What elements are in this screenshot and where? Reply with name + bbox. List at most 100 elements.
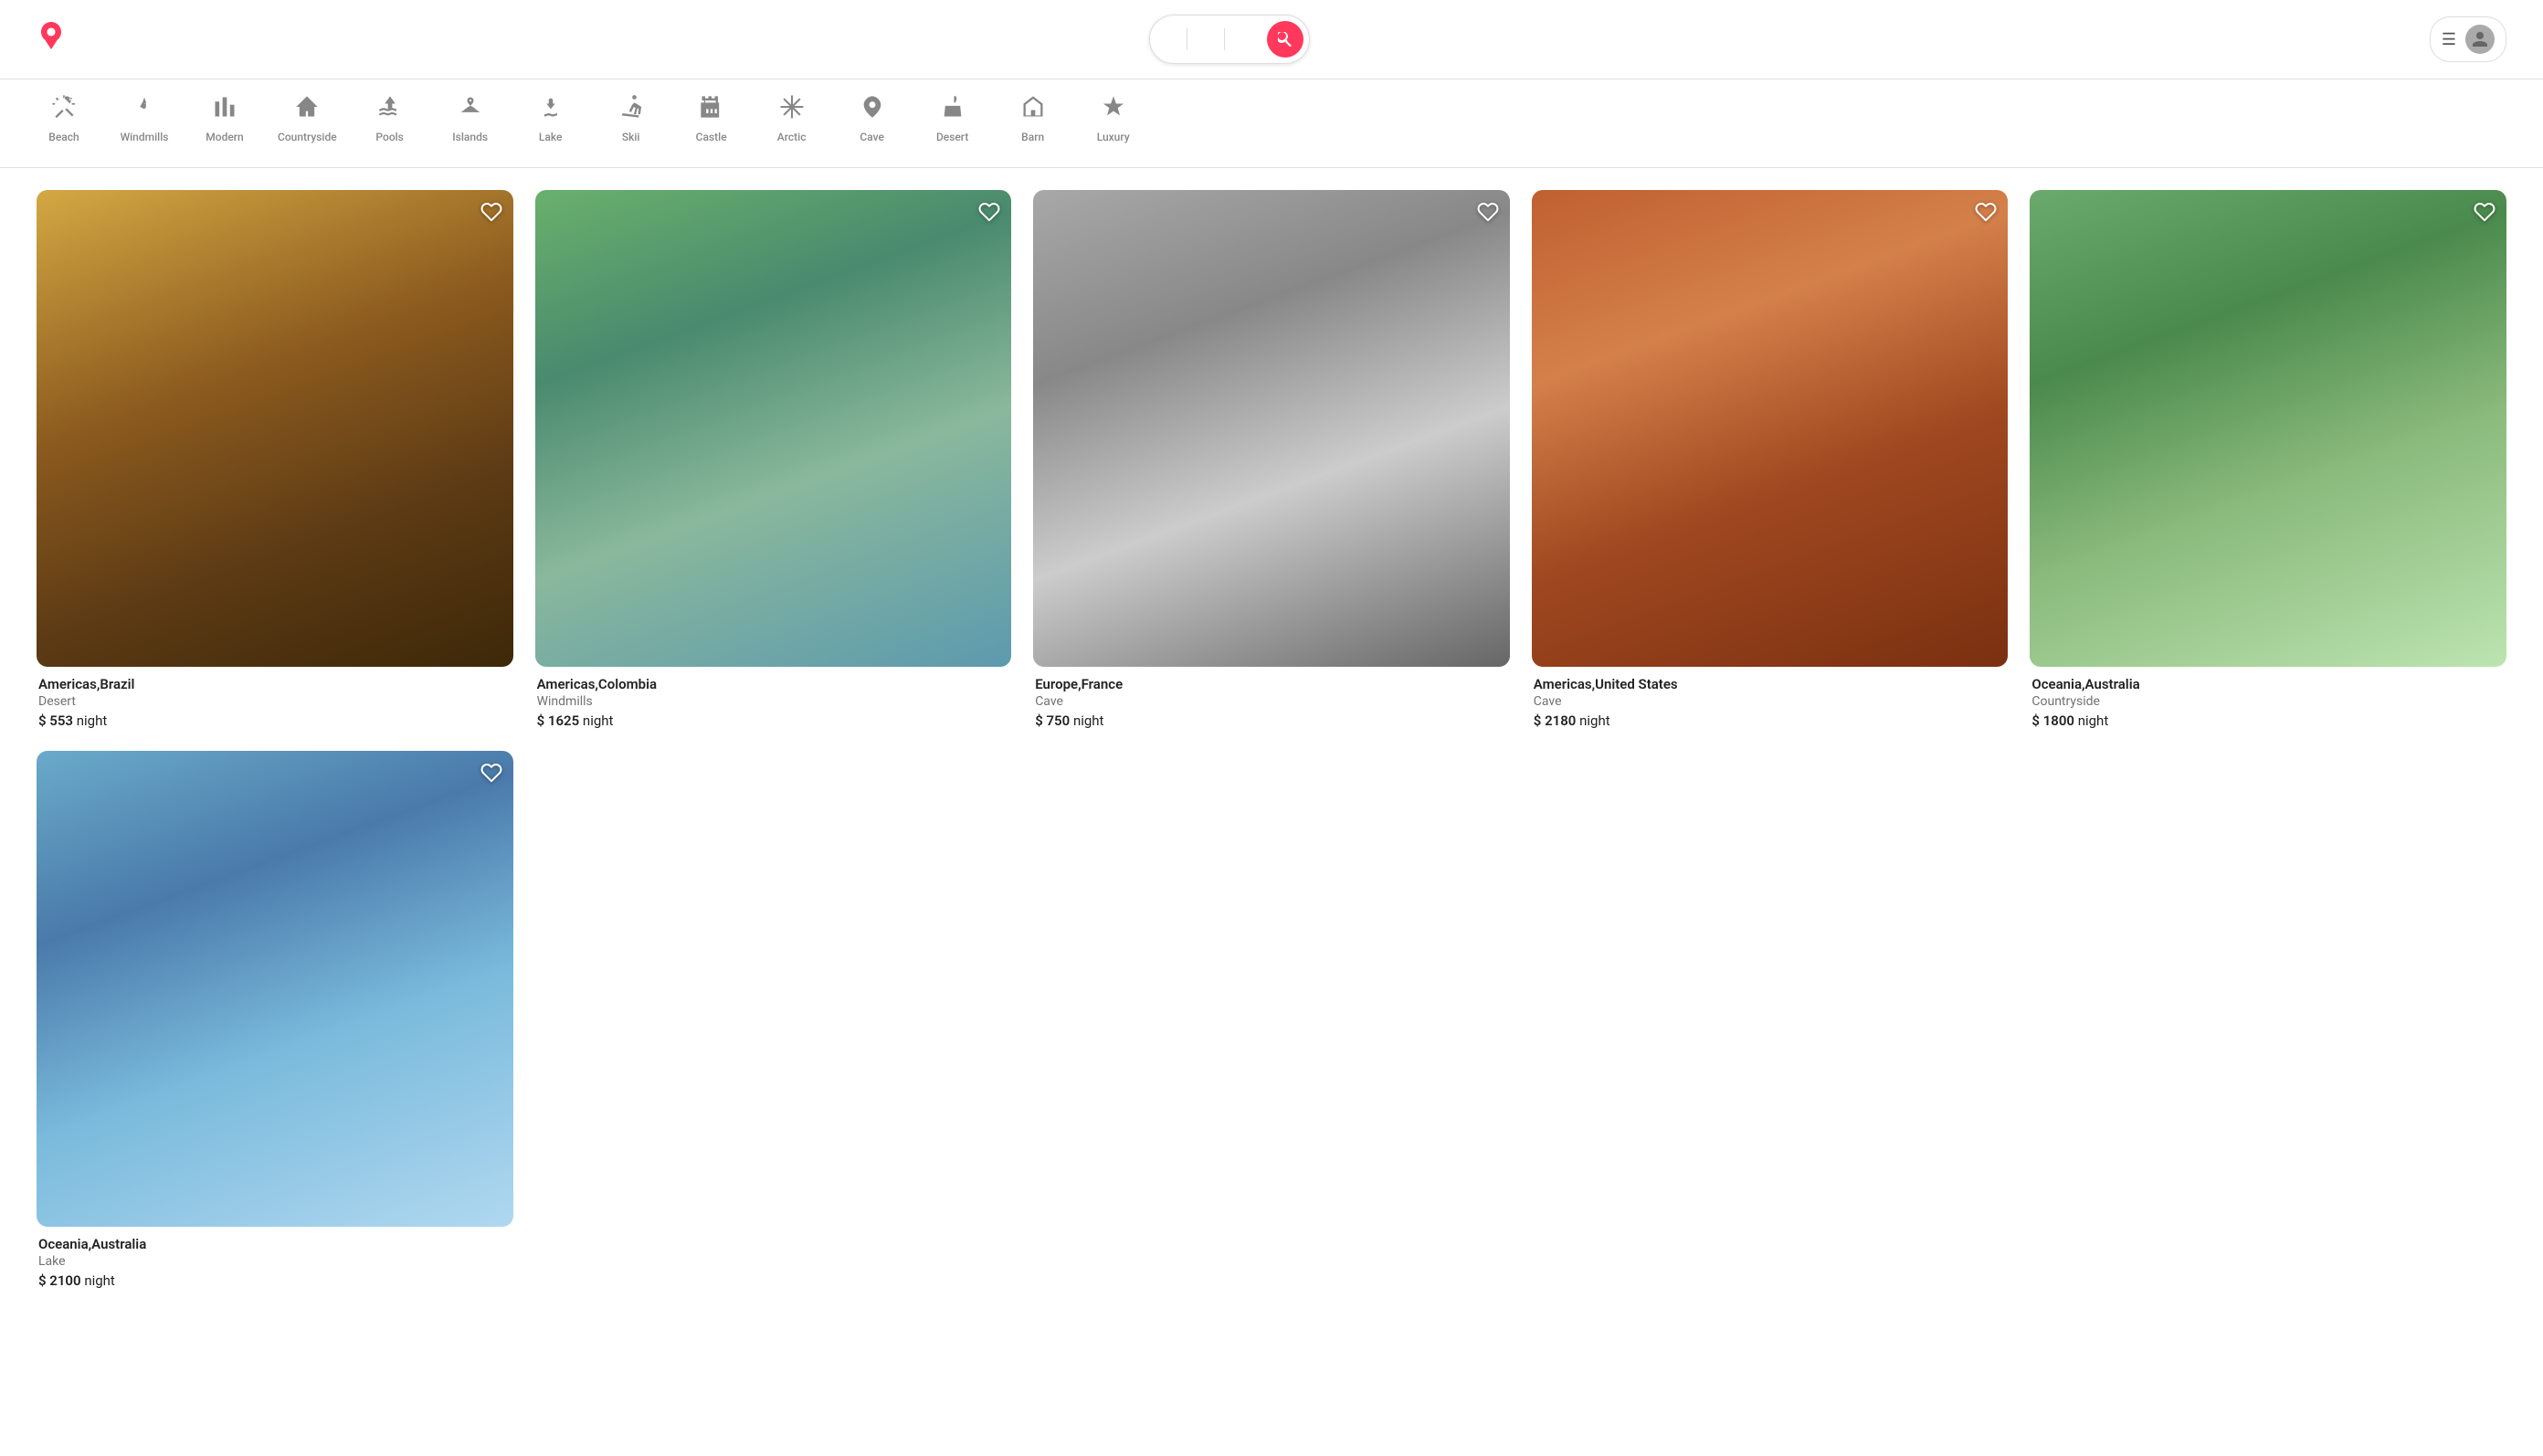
- listing-info: Oceania,Australia Lake $ 2100 night: [37, 1227, 513, 1289]
- windmills-icon: [132, 94, 157, 125]
- search-button[interactable]: [1267, 21, 1303, 58]
- favorite-button[interactable]: [480, 762, 502, 789]
- category-nav: Beach Windmills Modern Countryside Pools…: [0, 79, 2543, 168]
- airbnb-your-home-button[interactable]: [2386, 28, 2415, 50]
- category-countryside[interactable]: Countryside: [278, 94, 337, 153]
- listing-image-wrap: [2030, 190, 2506, 667]
- favorite-button[interactable]: [978, 201, 1000, 228]
- category-barn[interactable]: Barn: [1006, 94, 1060, 153]
- listing-image-wrap: [1033, 190, 1510, 667]
- avatar: [2465, 25, 2495, 54]
- listing-price: $ 1800 night: [2031, 712, 2505, 729]
- barn-label: Barn: [1021, 131, 1044, 143]
- category-windmills[interactable]: Windmills: [117, 94, 172, 153]
- airbnb-logo-icon: [37, 21, 66, 58]
- listing-card[interactable]: Oceania,Australia Lake $ 2100 night: [37, 751, 513, 1290]
- guest-search[interactable]: [1225, 28, 1261, 50]
- cave-label: Cave: [860, 131, 884, 143]
- favorite-button[interactable]: [480, 201, 502, 228]
- luxury-label: Luxury: [1097, 131, 1130, 143]
- castle-icon: [699, 94, 724, 125]
- favorite-button[interactable]: [2474, 201, 2496, 228]
- pools-icon: [377, 94, 403, 125]
- listing-price-unit: night: [84, 1272, 115, 1289]
- listings-grid: Americas,Brazil Desert $ 553 night Ameri…: [37, 190, 2506, 1289]
- listing-price: $ 2100 night: [38, 1272, 512, 1289]
- location-search[interactable]: [1150, 28, 1187, 50]
- listing-location: Oceania,Australia: [38, 1236, 512, 1252]
- category-beach[interactable]: Beach: [37, 94, 91, 153]
- listing-location: Americas,Colombia: [537, 676, 1010, 692]
- listing-price: $ 750 night: [1035, 712, 1508, 729]
- header-right: ☰: [2386, 16, 2506, 62]
- skii-label: Skii: [622, 131, 640, 143]
- skii-icon: [618, 94, 644, 125]
- listing-price-unit: night: [583, 712, 614, 729]
- favorite-button[interactable]: [1477, 201, 1499, 228]
- listing-price-number: $ 1625: [537, 712, 580, 729]
- listing-info: Americas,Colombia Windmills $ 1625 night: [535, 667, 1012, 729]
- logo[interactable]: [37, 21, 73, 58]
- listing-price-unit: night: [1579, 712, 1610, 729]
- listing-info: Americas,United States Cave $ 2180 night: [1532, 667, 2009, 729]
- countryside-icon: [294, 94, 320, 125]
- listing-image-wrap: [37, 751, 513, 1228]
- barn-icon: [1020, 94, 1046, 125]
- listing-price-number: $ 1800: [2031, 712, 2074, 729]
- favorite-button[interactable]: [1975, 201, 1997, 228]
- listing-card[interactable]: Oceania,Australia Countryside $ 1800 nig…: [2030, 190, 2506, 729]
- windmills-label: Windmills: [121, 131, 169, 143]
- listing-type: Cave: [1534, 694, 2007, 709]
- listing-info: Americas,Brazil Desert $ 553 night: [37, 667, 513, 729]
- category-castle[interactable]: Castle: [684, 94, 739, 153]
- user-menu[interactable]: ☰: [2430, 16, 2506, 62]
- pools-label: Pools: [375, 131, 403, 143]
- search-bar[interactable]: [1149, 15, 1310, 64]
- listing-card[interactable]: Americas,Colombia Windmills $ 1625 night: [535, 190, 1012, 729]
- modern-icon: [212, 94, 237, 125]
- listing-price-number: $ 2100: [38, 1272, 81, 1289]
- main-content: Americas,Brazil Desert $ 553 night Ameri…: [0, 168, 2543, 1311]
- islands-icon: [458, 94, 483, 125]
- listing-card[interactable]: Americas,Brazil Desert $ 553 night: [37, 190, 513, 729]
- desert-label: Desert: [936, 131, 968, 143]
- cave-icon: [860, 94, 885, 125]
- listing-price-unit: night: [77, 712, 108, 729]
- category-desert[interactable]: Desert: [925, 94, 980, 153]
- listing-price-number: $ 553: [38, 712, 73, 729]
- lake-label: Lake: [539, 131, 563, 143]
- menu-icon: ☰: [2442, 30, 2456, 49]
- week-search[interactable]: [1187, 28, 1224, 50]
- listing-info: Oceania,Australia Countryside $ 1800 nig…: [2030, 667, 2506, 729]
- lake-icon: [538, 94, 564, 125]
- beach-icon: [51, 94, 77, 125]
- listing-image-wrap: [535, 190, 1012, 667]
- listing-info: Europe,France Cave $ 750 night: [1033, 667, 1510, 729]
- listing-location: Oceania,Australia: [2031, 676, 2505, 692]
- listing-price-number: $ 2180: [1534, 712, 1577, 729]
- listing-card[interactable]: Americas,United States Cave $ 2180 night: [1532, 190, 2009, 729]
- category-arctic[interactable]: Arctic: [765, 94, 819, 153]
- modern-label: Modern: [206, 131, 243, 143]
- category-lake[interactable]: Lake: [523, 94, 578, 153]
- countryside-label: Countryside: [278, 131, 337, 143]
- category-pools[interactable]: Pools: [363, 94, 417, 153]
- listing-location: Americas,Brazil: [38, 676, 512, 692]
- category-islands[interactable]: Islands: [443, 94, 498, 153]
- category-modern[interactable]: Modern: [197, 94, 252, 153]
- luxury-icon: [1101, 94, 1126, 125]
- category-cave[interactable]: Cave: [845, 94, 900, 153]
- listing-price-number: $ 750: [1035, 712, 1070, 729]
- listing-type: Windmills: [537, 694, 1010, 709]
- category-luxury[interactable]: Luxury: [1086, 94, 1141, 153]
- listing-type: Cave: [1035, 694, 1508, 709]
- listing-price-unit: night: [2078, 712, 2109, 729]
- arctic-icon: [779, 94, 805, 125]
- arctic-label: Arctic: [777, 131, 807, 143]
- listing-card[interactable]: Europe,France Cave $ 750 night: [1033, 190, 1510, 729]
- listing-image-wrap: [37, 190, 513, 667]
- category-skii[interactable]: Skii: [604, 94, 659, 153]
- listing-price: $ 2180 night: [1534, 712, 2007, 729]
- listing-type: Desert: [38, 694, 512, 709]
- islands-label: Islands: [452, 131, 488, 143]
